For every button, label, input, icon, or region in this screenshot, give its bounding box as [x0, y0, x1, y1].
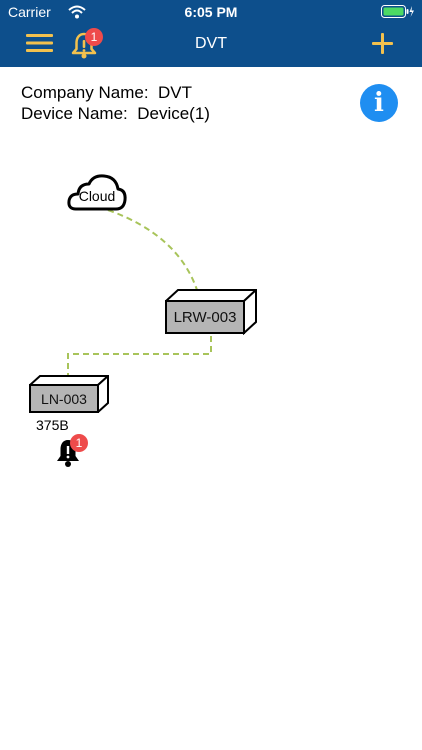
node-alert-button[interactable]: 1: [55, 434, 89, 468]
gateway-device[interactable]: LRW-003: [165, 289, 257, 335]
link-gateway-node: [67, 336, 212, 377]
node-label: LN-003: [41, 391, 87, 407]
node-alert-badge: 1: [70, 434, 88, 452]
node-device[interactable]: LN-003: [29, 375, 109, 413]
link-cloud-gateway: [107, 209, 198, 291]
cloud-label: Cloud: [78, 188, 116, 204]
gateway-label: LRW-003: [173, 309, 237, 326]
cloud-node[interactable]: Cloud: [66, 173, 128, 215]
node-sublabel: 375B: [36, 417, 69, 433]
